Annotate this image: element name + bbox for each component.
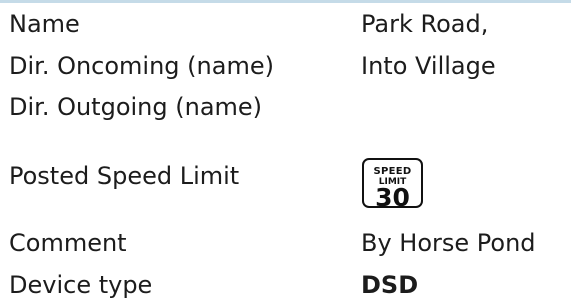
comment-value: By Horse Pond — [361, 229, 536, 257]
speed-limit-label: Posted Speed Limit — [9, 162, 240, 190]
dir-oncoming-label: Dir. Oncoming (name) — [9, 52, 274, 80]
device-type-value: DSD — [361, 271, 419, 299]
name-label: Name — [9, 10, 80, 38]
dir-outgoing-label: Dir. Outgoing (name) — [9, 93, 263, 121]
top-divider — [0, 0, 571, 3]
comment-label: Comment — [9, 229, 127, 257]
name-value: Park Road, — [361, 10, 489, 38]
speed-limit-sign-icon: SPEED LIMIT 30 — [362, 158, 423, 212]
device-type-label: Device type — [9, 271, 153, 299]
speed-sign-value: 30 — [375, 183, 410, 212]
dir-oncoming-value: Into Village — [361, 52, 496, 80]
speed-sign-line1: SPEED — [373, 166, 412, 177]
